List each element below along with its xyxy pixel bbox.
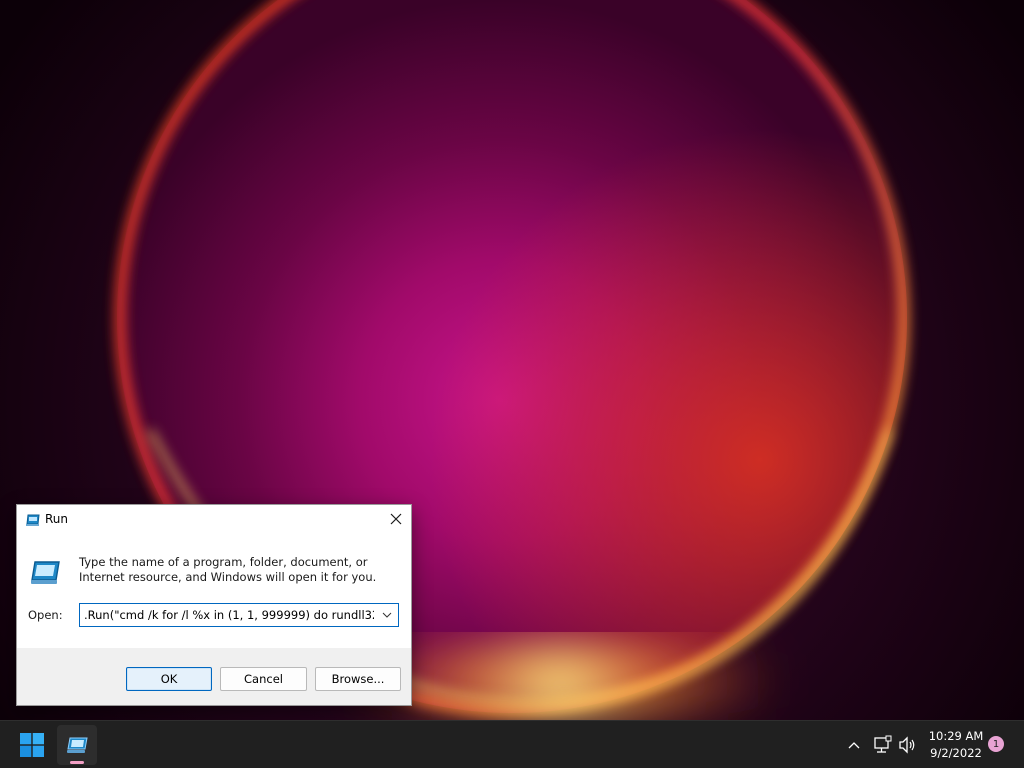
network-icon[interactable] bbox=[872, 735, 892, 755]
run-dialog: Run Type the name of a program, folder, … bbox=[16, 504, 412, 706]
run-program-icon bbox=[31, 561, 60, 584]
dialog-description: Type the name of a program, folder, docu… bbox=[79, 555, 377, 584]
taskbar-item-run[interactable] bbox=[57, 725, 97, 765]
open-combobox[interactable]: .Run("cmd /k for /l %x in (1, 1, 999999)… bbox=[79, 603, 399, 627]
run-icon bbox=[26, 514, 40, 526]
open-dropdown-button[interactable] bbox=[376, 604, 398, 626]
clock-time: 10:29 AM bbox=[928, 729, 984, 743]
chevron-up-icon bbox=[848, 742, 860, 749]
notification-badge[interactable]: 1 bbox=[988, 736, 1004, 752]
taskbar-clock[interactable]: 10:29 AM 9/2/2022 bbox=[926, 728, 986, 762]
open-label: Open: bbox=[28, 608, 63, 622]
start-button[interactable] bbox=[12, 727, 52, 763]
volume-icon[interactable] bbox=[897, 735, 917, 755]
clock-date: 9/2/2022 bbox=[930, 746, 982, 760]
ok-button[interactable]: OK bbox=[126, 667, 212, 691]
open-input[interactable]: .Run("cmd /k for /l %x in (1, 1, 999999)… bbox=[80, 604, 374, 626]
active-indicator bbox=[70, 761, 84, 764]
windows-logo-icon bbox=[20, 733, 44, 757]
dialog-footer: OK Cancel Browse... bbox=[17, 648, 411, 705]
run-icon bbox=[67, 737, 88, 753]
close-icon bbox=[390, 513, 402, 525]
browse-button[interactable]: Browse... bbox=[315, 667, 401, 691]
desktop: Run Type the name of a program, folder, … bbox=[0, 0, 1024, 768]
close-button[interactable] bbox=[381, 505, 411, 533]
cancel-button[interactable]: Cancel bbox=[220, 667, 307, 691]
dialog-titlebar[interactable]: Run bbox=[17, 505, 411, 535]
show-hidden-icons-button[interactable] bbox=[845, 736, 863, 754]
dialog-title: Run bbox=[45, 512, 69, 526]
chevron-down-icon bbox=[382, 612, 392, 618]
taskbar: 10:29 AM 9/2/2022 1 bbox=[0, 720, 1024, 768]
